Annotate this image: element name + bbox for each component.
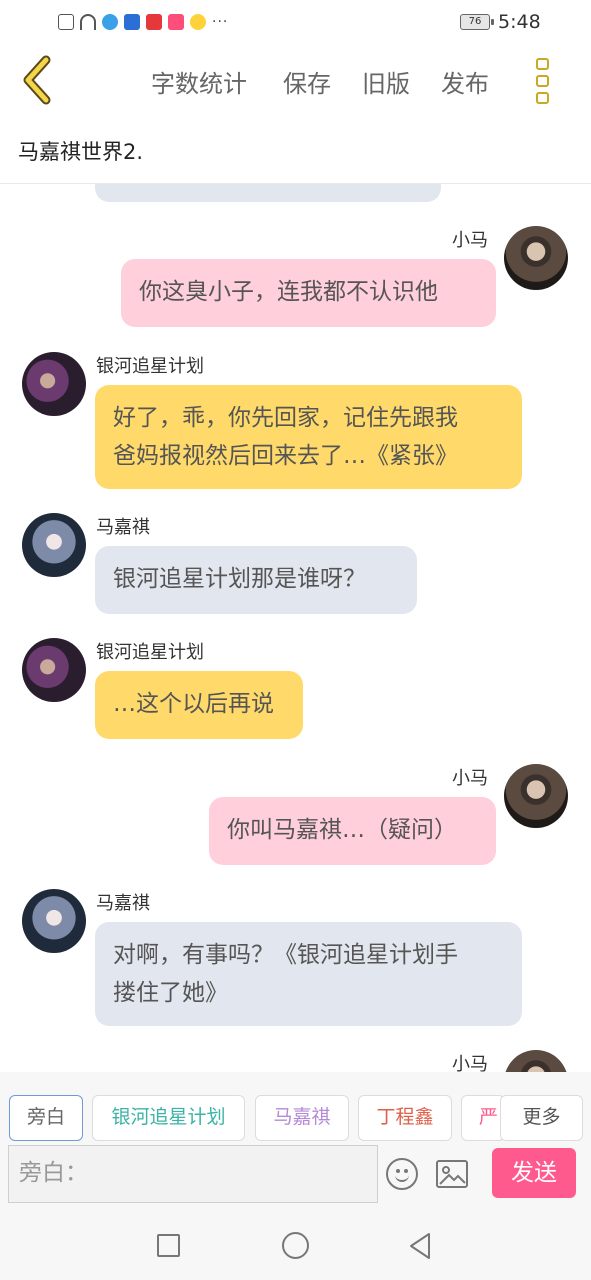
message-bubble[interactable]: 你叫马嘉祺…（疑问） [209, 797, 496, 865]
menu-dot-icon [535, 58, 549, 70]
sender-name: 小马 [452, 768, 488, 789]
avatar[interactable] [504, 764, 568, 828]
top-toolbar: 字数统计 保存 旧版 发布 [0, 44, 591, 116]
avatar[interactable] [22, 638, 86, 702]
app-notification-icon [102, 14, 118, 30]
message-input[interactable]: 旁白： [8, 1145, 378, 1203]
home-icon[interactable] [282, 1232, 309, 1259]
battery-indicator: 76 [460, 14, 494, 30]
avatar[interactable] [22, 513, 86, 577]
role-chip-yinhe[interactable]: 银河追星计划 [92, 1095, 245, 1141]
compose-bar: 旁白： 发送 [0, 1142, 591, 1208]
message-bubble[interactable]: 对啊，有事吗？《银河追星计划手 搂住了她》 [95, 922, 522, 1026]
role-chip-narrator[interactable]: 旁白 [9, 1095, 83, 1141]
status-icons: ··· [58, 12, 228, 32]
menu-dot-icon [535, 75, 549, 87]
message-bubble[interactable]: 你这臭小子，连我都不认识他 [121, 259, 496, 327]
chat-list[interactable]: 小马 你这臭小子，连我都不认识他 银河追星计划 好了，乖，你先回家，记住先跟我 … [0, 184, 591, 1072]
recent-apps-icon[interactable] [157, 1234, 180, 1257]
alert-icon [58, 14, 74, 30]
old-version-button[interactable]: 旧版 [362, 64, 410, 99]
avatar[interactable] [22, 352, 86, 416]
back-button[interactable] [14, 52, 64, 108]
message-line: 对啊，有事吗？《银河追星计划手 [113, 942, 458, 968]
status-bar: ··· 76 5:48 [0, 0, 591, 44]
bank-app-icon [146, 14, 162, 30]
sender-name: 银河追星计划 [96, 356, 204, 377]
message-line: 爸妈报视然后回来去了…《紧张》 [113, 443, 458, 469]
more-notifications-icon: ··· [212, 14, 229, 30]
menu-dot-icon [535, 92, 549, 104]
message-bubble[interactable]: 银河追星计划那是谁呀？ [95, 546, 417, 614]
sender-name: 马嘉祺 [96, 517, 150, 538]
more-roles-button[interactable]: 更多 [500, 1095, 583, 1141]
sender-name: 银河追星计划 [96, 642, 204, 663]
wifi-icon [80, 14, 96, 30]
status-time: 5:48 [498, 11, 541, 33]
sender-name: 马嘉祺 [96, 893, 150, 914]
message-line: 搂住了她》 [113, 980, 228, 1006]
avatar[interactable] [504, 226, 568, 290]
story-title: 马嘉祺世界2. [18, 140, 144, 164]
more-menu-button[interactable] [528, 54, 556, 108]
word-count-button[interactable]: 字数统计 [151, 64, 247, 99]
video-app-icon [168, 14, 184, 30]
avatar[interactable] [22, 889, 86, 953]
emoji-app-icon [190, 14, 206, 30]
shield-app-icon [124, 14, 140, 30]
message-line: 好了，乖，你先回家，记住先跟我 [113, 405, 458, 431]
image-icon[interactable] [436, 1160, 468, 1188]
save-button[interactable]: 保存 [283, 64, 331, 99]
emoji-icon[interactable] [386, 1158, 418, 1190]
role-chip-yan[interactable]: 严 [461, 1095, 505, 1141]
system-nav-bar [0, 1208, 591, 1280]
back-triangle-icon[interactable] [407, 1232, 433, 1260]
message-bubble-partial[interactable] [95, 184, 441, 202]
chevron-left-icon [23, 55, 51, 105]
sender-name: 小马 [452, 230, 488, 251]
sender-name: 小马 [452, 1054, 488, 1072]
send-button[interactable]: 发送 [492, 1148, 576, 1198]
app-screen: ··· 76 5:48 字数统计 保存 旧版 发布 马嘉祺世界2. 小马 你这臭… [0, 0, 591, 1280]
role-selector: 旁白 银河追星计划 马嘉祺 丁程鑫 严 更多 [0, 1072, 591, 1142]
role-chip-dingchengxin[interactable]: 丁程鑫 [358, 1095, 452, 1141]
message-bubble[interactable]: 好了，乖，你先回家，记住先跟我 爸妈报视然后回来去了…《紧张》 [95, 385, 522, 489]
avatar[interactable] [504, 1050, 568, 1072]
role-chip-majiaqi[interactable]: 马嘉祺 [255, 1095, 349, 1141]
message-bubble[interactable]: …这个以后再说 [95, 671, 303, 739]
publish-button[interactable]: 发布 [441, 64, 489, 99]
